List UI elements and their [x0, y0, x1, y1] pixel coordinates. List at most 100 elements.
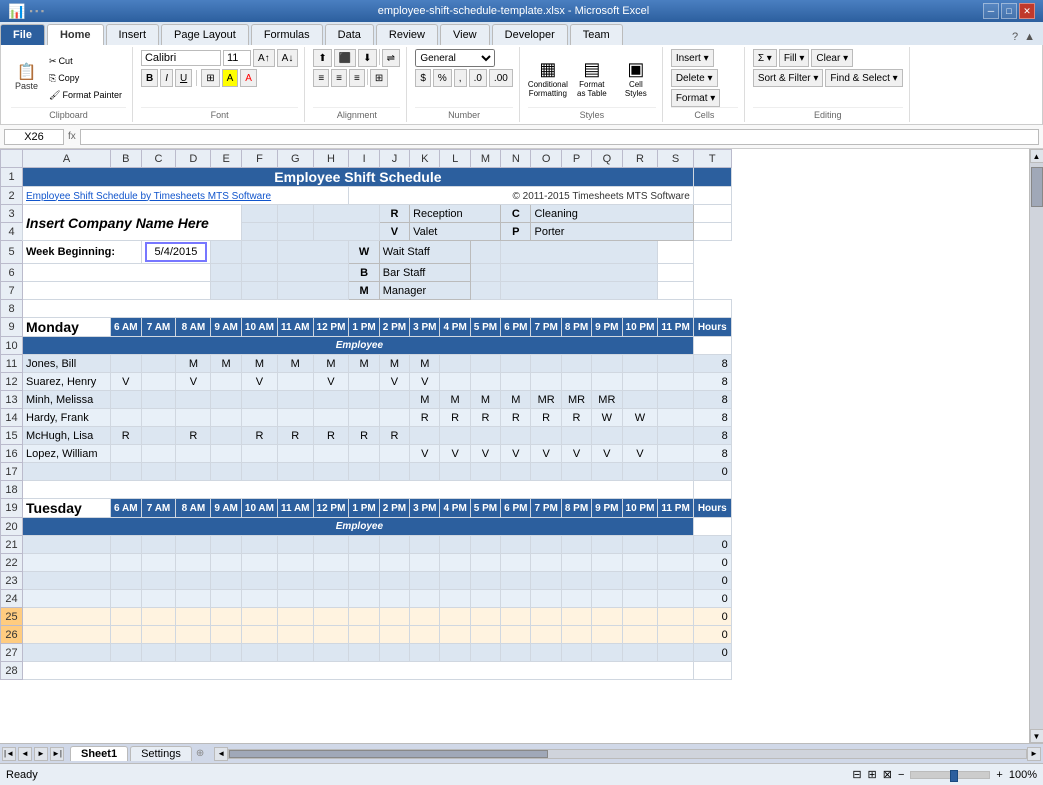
wrap-text-button[interactable]: ⇌	[382, 49, 400, 67]
font-color-button[interactable]: A	[240, 69, 257, 87]
tab-file[interactable]: File	[0, 24, 45, 45]
conditional-formatting-button[interactable]: ▦ Conditional Formatting	[528, 57, 568, 100]
col-header-n[interactable]: N	[501, 150, 531, 168]
zoom-in-button[interactable]: +	[996, 769, 1002, 781]
fill-button[interactable]: Fill ▾	[779, 49, 810, 67]
tab-page-layout[interactable]: Page Layout	[161, 24, 249, 45]
scroll-right-button[interactable]: ►	[1027, 747, 1041, 761]
format-as-table-button[interactable]: ▤ Format as Table	[572, 57, 612, 100]
minimize-button[interactable]: ─	[983, 3, 999, 19]
col-header-c[interactable]: C	[141, 150, 176, 168]
align-top-button[interactable]: ⬆	[313, 49, 331, 67]
help-icon[interactable]: ?	[1012, 31, 1018, 43]
zoom-out-button[interactable]: −	[898, 769, 904, 781]
merge-cells-button[interactable]: ⊞	[370, 69, 388, 87]
insert-button[interactable]: Insert ▾	[671, 49, 714, 67]
decrease-decimal-button[interactable]: .0	[469, 69, 487, 87]
sheet-tab-settings[interactable]: Settings	[130, 746, 192, 761]
col-header-l[interactable]: L	[440, 150, 470, 168]
col-header-s[interactable]: S	[658, 150, 693, 168]
comma-button[interactable]: ,	[454, 69, 467, 87]
font-name-input[interactable]	[141, 50, 221, 66]
tab-developer[interactable]: Developer	[492, 24, 568, 45]
clear-button[interactable]: Clear ▾	[811, 49, 853, 67]
sort-filter-button[interactable]: Sort & Filter ▾	[753, 69, 824, 87]
scroll-thumb[interactable]	[1031, 167, 1043, 207]
zoom-slider[interactable]	[910, 771, 990, 779]
borders-button[interactable]: ⊞	[201, 69, 219, 87]
cut-button[interactable]: ✂Cut	[45, 54, 126, 69]
paste-button[interactable]: 📋 Paste	[11, 63, 42, 93]
minimize-ribbon-icon[interactable]: ▲	[1024, 31, 1035, 43]
fill-color-button[interactable]: A	[222, 69, 239, 87]
increase-font-button[interactable]: A↑	[253, 49, 275, 67]
h-scroll-thumb[interactable]	[229, 750, 548, 758]
h-scroll-track[interactable]	[228, 749, 1027, 759]
format-painter-button[interactable]: 🖌Format Painter	[45, 88, 126, 103]
formula-input[interactable]	[80, 129, 1039, 145]
week-date[interactable]: 5/4/2015	[145, 242, 208, 262]
number-format-select[interactable]: General Number Currency Date	[415, 49, 495, 67]
currency-button[interactable]: $	[415, 69, 431, 87]
col-header-o[interactable]: O	[531, 150, 561, 168]
decrease-font-button[interactable]: A↓	[277, 49, 299, 67]
find-select-button[interactable]: Find & Select ▾	[825, 69, 902, 87]
tab-next-button[interactable]: ►	[34, 747, 48, 761]
scroll-up-button[interactable]: ▲	[1030, 149, 1043, 163]
col-header-f[interactable]: F	[241, 150, 277, 168]
tab-formulas[interactable]: Formulas	[251, 24, 323, 45]
align-left-button[interactable]: ≡	[313, 69, 329, 87]
copy-button[interactable]: ⎘Copy	[45, 71, 126, 86]
view-normal-icon[interactable]: ⊟	[852, 768, 861, 781]
tab-last-button[interactable]: ►|	[50, 747, 64, 761]
scroll-left-button[interactable]: ◄	[214, 747, 228, 761]
underline-button[interactable]: U	[175, 69, 192, 87]
scroll-down-button[interactable]: ▼	[1030, 729, 1043, 743]
col-header-r[interactable]: R	[622, 150, 658, 168]
bold-button[interactable]: B	[141, 69, 158, 87]
col-header-j[interactable]: J	[379, 150, 409, 168]
tab-prev-button[interactable]: ◄	[18, 747, 32, 761]
tab-first-button[interactable]: |◄	[2, 747, 16, 761]
col-header-a[interactable]: A	[23, 150, 111, 168]
col-header-g[interactable]: G	[277, 150, 313, 168]
tab-home[interactable]: Home	[47, 24, 104, 46]
col-header-d[interactable]: D	[176, 150, 211, 168]
col-header-i[interactable]: I	[349, 150, 379, 168]
align-middle-button[interactable]: ⬛	[334, 49, 356, 67]
col-header-b[interactable]: B	[111, 150, 142, 168]
view-layout-icon[interactable]: ⊞	[868, 768, 877, 781]
tab-view[interactable]: View	[440, 24, 490, 45]
close-button[interactable]: ✕	[1019, 3, 1035, 19]
sheet-container[interactable]: A B C D E F G H I J K L M N O	[0, 149, 1029, 743]
cell-styles-button[interactable]: ▣ Cell Styles	[616, 57, 656, 100]
align-bottom-button[interactable]: ⬇	[358, 49, 376, 67]
tab-review[interactable]: Review	[376, 24, 438, 45]
format-button[interactable]: Format ▾	[671, 89, 720, 107]
col-header-e[interactable]: E	[211, 150, 242, 168]
align-center-button[interactable]: ≡	[331, 69, 347, 87]
timesheets-link[interactable]: Employee Shift Schedule by Timesheets MT…	[26, 191, 271, 202]
col-header-t[interactable]: T	[693, 150, 731, 168]
delete-button[interactable]: Delete ▾	[671, 69, 718, 87]
view-break-icon[interactable]: ⊠	[883, 768, 892, 781]
tab-team[interactable]: Team	[570, 24, 623, 45]
increase-decimal-button[interactable]: .00	[489, 69, 513, 87]
vertical-scrollbar[interactable]: ▲ ▼	[1029, 149, 1043, 743]
sum-button[interactable]: Σ ▾	[753, 49, 777, 67]
zoom-slider-thumb[interactable]	[950, 770, 958, 782]
sheet-tab-sheet1[interactable]: Sheet1	[70, 746, 128, 761]
col-header-k[interactable]: K	[410, 150, 440, 168]
tab-data[interactable]: Data	[325, 24, 374, 45]
col-header-h[interactable]: H	[313, 150, 349, 168]
insert-sheet-button[interactable]: ⊕	[196, 748, 204, 759]
col-header-m[interactable]: M	[470, 150, 500, 168]
horizontal-scrollbar[interactable]: ◄ ►	[214, 747, 1041, 761]
maximize-button[interactable]: □	[1001, 3, 1017, 19]
col-header-p[interactable]: P	[561, 150, 591, 168]
align-right-button[interactable]: ≡	[349, 69, 365, 87]
cell-reference-input[interactable]: X26	[4, 129, 64, 145]
tab-insert[interactable]: Insert	[106, 24, 160, 45]
percent-button[interactable]: %	[433, 69, 452, 87]
col-header-q[interactable]: Q	[592, 150, 622, 168]
